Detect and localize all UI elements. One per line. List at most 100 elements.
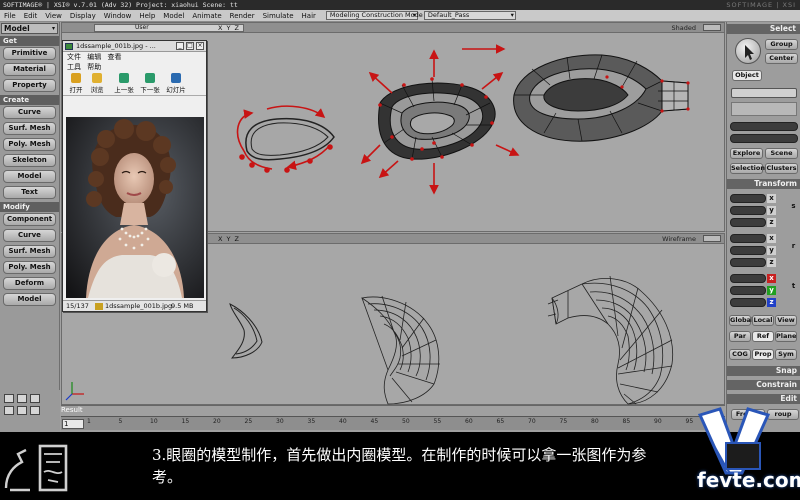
menu-render[interactable]: Render	[226, 10, 259, 22]
get-material-button[interactable]: Material	[3, 63, 56, 76]
modify-surf-mesh-button[interactable]: Surf. Mesh	[3, 245, 56, 258]
modify-curve-button[interactable]: Curve	[3, 229, 56, 242]
menu-edit[interactable]: Edit	[20, 10, 42, 22]
viewport-options-icon[interactable]	[703, 24, 721, 31]
close-icon[interactable]: ×	[196, 42, 204, 50]
translation-z-field[interactable]	[730, 298, 766, 307]
translation-x-field[interactable]	[730, 274, 766, 283]
menu-file[interactable]: File	[0, 10, 20, 22]
translation-y-field[interactable]	[730, 286, 766, 295]
section-modify[interactable]: Modify	[0, 202, 59, 212]
create-curve-button[interactable]: Curve	[3, 106, 56, 119]
rotation-x-field[interactable]	[730, 234, 766, 243]
module-select[interactable]: Model ▾	[1, 23, 58, 34]
get-property-button[interactable]: Property	[3, 79, 56, 92]
next-tool[interactable]: 下一张	[139, 72, 161, 94]
construction-mode-select[interactable]: Modeling Construction Mode ▾	[325, 11, 423, 20]
maximize-icon[interactable]: □	[186, 42, 194, 50]
select-group-button[interactable]: Group	[765, 39, 798, 50]
rotation-y-field[interactable]	[730, 246, 766, 255]
viewer-menu-edit[interactable]: 编辑	[87, 53, 101, 61]
pass-select[interactable]: Default_Pass ▾	[423, 11, 516, 20]
tutorial-caption: 3.眼圈的模型制作，首先做出内圈模型。在制作的时候可以拿一张图作为参考。	[152, 446, 647, 486]
timeline-ruler[interactable]: 1 1 5 10 15 20 25 30 35 40 45 50 55 60 65 70 75 80 85 90 95	[61, 416, 725, 430]
selection-info-field[interactable]	[730, 134, 798, 143]
scale-field[interactable]	[730, 194, 766, 203]
transform-header[interactable]: Transform	[727, 179, 800, 189]
scene-button[interactable]: Scene	[765, 148, 798, 159]
layout-top-icon[interactable]	[4, 406, 14, 415]
selection-button[interactable]: Selection	[730, 163, 765, 174]
cog-button[interactable]: COG	[729, 349, 751, 360]
open-tool[interactable]: 打开	[69, 72, 83, 94]
display-mode-label[interactable]: Shaded	[672, 23, 696, 33]
create-surf-mesh-button[interactable]: Surf. Mesh	[3, 122, 56, 135]
layout-split-icon[interactable]	[30, 394, 40, 403]
layout-single-icon[interactable]	[17, 394, 27, 403]
create-skeleton-button[interactable]: Skeleton	[3, 154, 56, 167]
modify-model-button[interactable]: Model	[3, 293, 56, 306]
viewer-menu-view[interactable]: 查看	[107, 53, 121, 61]
select-arrow-icon[interactable]	[735, 38, 761, 64]
sym-button[interactable]: Sym	[775, 349, 797, 360]
select-object-button[interactable]: Object	[732, 70, 762, 81]
image-viewer-window[interactable]: 1dssample_001b.jpg - ... _ □ × 文件 编辑 查看 …	[62, 40, 207, 312]
modify-deform-button[interactable]: Deform	[3, 277, 56, 290]
menu-hair[interactable]: Hair	[298, 10, 320, 22]
menu-help[interactable]: Help	[135, 10, 159, 22]
explore-button[interactable]: Explore	[730, 148, 763, 159]
create-text-button[interactable]: Text	[3, 186, 56, 199]
menu-animate[interactable]: Animate	[188, 10, 225, 22]
slideshow-tool[interactable]: 幻灯片	[165, 72, 187, 94]
translation-y-label[interactable]: y	[767, 286, 776, 295]
menu-window[interactable]: Window	[100, 10, 136, 22]
prop-button[interactable]: Prop	[752, 349, 774, 360]
select-header[interactable]: Select	[727, 24, 800, 34]
view-button[interactable]: View	[775, 315, 797, 326]
section-create[interactable]: Create	[0, 95, 59, 105]
layout-quad-icon[interactable]	[4, 394, 14, 403]
layout-right-icon[interactable]	[30, 406, 40, 415]
ref-button[interactable]: Ref	[752, 331, 774, 342]
snap-header[interactable]: Snap	[727, 366, 800, 376]
scale-y-field[interactable]	[730, 206, 766, 215]
image-index: 15/137	[66, 302, 89, 310]
viewer-menu-file[interactable]: 文件	[67, 53, 81, 61]
selection-list-field[interactable]	[731, 102, 797, 116]
select-filter-field[interactable]	[731, 88, 797, 98]
par-button[interactable]: Par	[729, 331, 751, 342]
local-button[interactable]: Local	[752, 315, 774, 326]
browse-tool[interactable]: 浏览	[89, 72, 105, 94]
select-center-button[interactable]: Center	[765, 53, 798, 64]
create-poly-mesh-button[interactable]: Poly. Mesh	[3, 138, 56, 151]
plane-button[interactable]: Plane	[775, 331, 797, 342]
section-get[interactable]: Get	[0, 36, 59, 46]
global-button[interactable]: Global	[729, 315, 753, 326]
menu-view[interactable]: View	[41, 10, 66, 22]
create-model-button[interactable]: Model	[3, 170, 56, 183]
viewer-menu-tools[interactable]: 工具	[67, 63, 81, 71]
modify-component-button[interactable]: Component	[3, 213, 56, 226]
minimize-icon[interactable]: _	[176, 42, 184, 50]
scale-z-field[interactable]	[730, 218, 766, 227]
viewer-menu-help[interactable]: 帮助	[87, 63, 101, 71]
clusters-button[interactable]: Clusters	[765, 163, 798, 174]
viewport-options-icon[interactable]	[703, 235, 721, 242]
main-command-panel: Model ▾ Get Primitive Material Property …	[0, 22, 60, 416]
ruler-tick-label: 55	[433, 418, 442, 425]
layout-front-icon[interactable]	[17, 406, 27, 415]
rotation-z-field[interactable]	[730, 258, 766, 267]
translation-z-label[interactable]: z	[767, 298, 776, 307]
menu-model[interactable]: Model	[159, 10, 188, 22]
selection-name-field[interactable]	[730, 122, 798, 131]
modify-poly-mesh-button[interactable]: Poly. Mesh	[3, 261, 56, 274]
menu-simulate[interactable]: Simulate	[259, 10, 298, 22]
display-mode-label[interactable]: Wireframe	[662, 234, 696, 244]
menu-display[interactable]: Display	[66, 10, 100, 22]
image-viewer-titlebar[interactable]: 1dssample_001b.jpg - ... _ □ ×	[63, 41, 206, 52]
translation-x-label[interactable]: x	[767, 274, 776, 283]
constrain-header[interactable]: Constrain	[727, 380, 800, 390]
current-frame-field[interactable]: 1	[62, 419, 84, 429]
get-primitive-button[interactable]: Primitive	[3, 47, 56, 60]
prev-tool[interactable]: 上一张	[113, 72, 135, 94]
